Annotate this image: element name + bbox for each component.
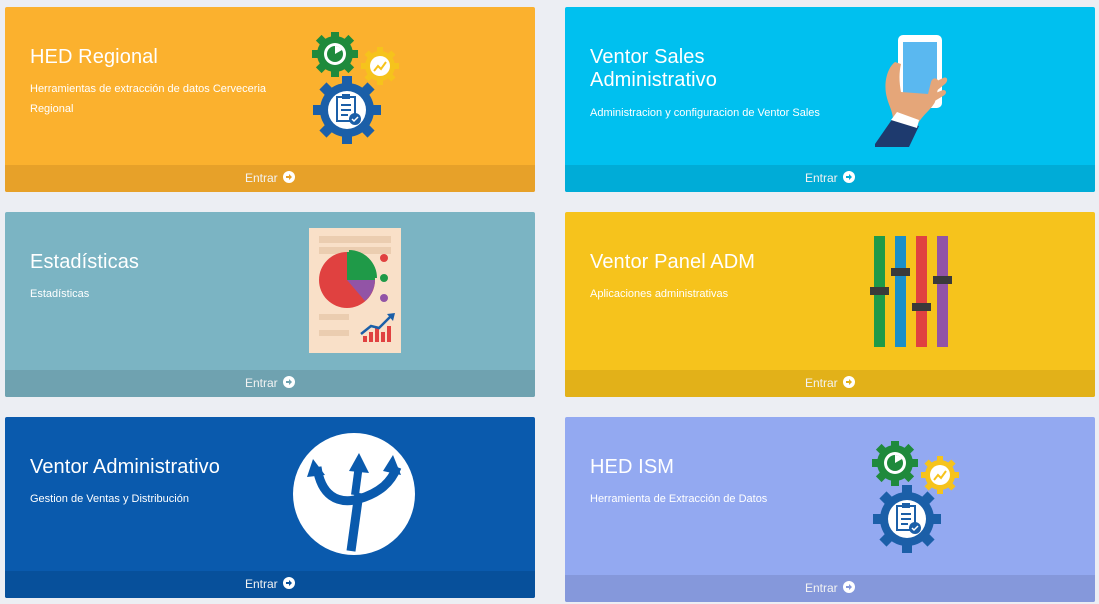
arrow-circle-right-icon — [283, 171, 296, 183]
card-title: Ventor Sales Administrativo — [590, 46, 717, 91]
card-title: Ventor Panel ADM — [590, 251, 756, 273]
card-ventor-panel-adm: Ventor Panel ADM Aplicaciones administra… — [565, 212, 1095, 397]
enter-button[interactable]: Entrar — [5, 370, 535, 397]
card-description: Aplicaciones administrativas — [590, 288, 729, 300]
enter-label: Entrar — [804, 171, 838, 185]
arrow-circle-right-icon — [843, 171, 856, 183]
card-title: HED Regional — [30, 46, 158, 68]
card-description: Gestion de Ventas y Distribución — [30, 493, 189, 505]
card-title: Estadísticas — [30, 251, 140, 273]
enter-button[interactable]: Entrar — [565, 370, 1095, 397]
enter-label: Entrar — [804, 376, 838, 390]
enter-label: Entrar — [804, 581, 838, 595]
gears-clipboard-icon — [872, 441, 959, 553]
arrow-circle-right-icon — [283, 376, 296, 388]
card-title: HED ISM — [590, 456, 675, 478]
card-hed-regional: HED Regional Herramientas de extracción … — [5, 7, 535, 192]
enter-button[interactable]: Entrar — [5, 571, 535, 598]
sliders-icon — [870, 236, 952, 347]
enter-label: Entrar — [244, 577, 278, 591]
enter-button[interactable]: Entrar — [565, 575, 1095, 602]
trident-logo-icon — [293, 433, 415, 555]
enter-label: Entrar — [244, 376, 278, 390]
card-description: Administracion y configuracion de Ventor… — [590, 107, 820, 119]
hand-phone-icon — [875, 35, 948, 147]
card-estadisticas: Estadísticas Estadísticas Entrar — [5, 212, 535, 397]
card-description: Herramienta de Extracción de Datos — [590, 493, 768, 505]
card-ventor-administrativo: Ventor Administrativo Gestion de Ventas … — [5, 417, 535, 598]
enter-label: Entrar — [244, 171, 278, 185]
gears-clipboard-icon — [312, 32, 399, 144]
arrow-circle-right-icon — [843, 581, 856, 593]
card-description: Estadísticas — [30, 288, 90, 300]
card-title: Ventor Administrativo — [30, 456, 220, 478]
arrow-circle-right-icon — [283, 577, 296, 589]
enter-button[interactable]: Entrar — [565, 165, 1095, 192]
card-hed-ism: HED ISM Herramienta de Extracción de Dat… — [565, 417, 1095, 602]
report-chart-icon — [309, 228, 401, 353]
card-ventor-sales-administrativo: Ventor Sales Administrativo Administraci… — [565, 7, 1095, 192]
arrow-circle-right-icon — [843, 376, 856, 388]
card-description: Herramientas de extracción de datos Cerv… — [30, 83, 267, 115]
enter-button[interactable]: Entrar — [5, 165, 535, 192]
